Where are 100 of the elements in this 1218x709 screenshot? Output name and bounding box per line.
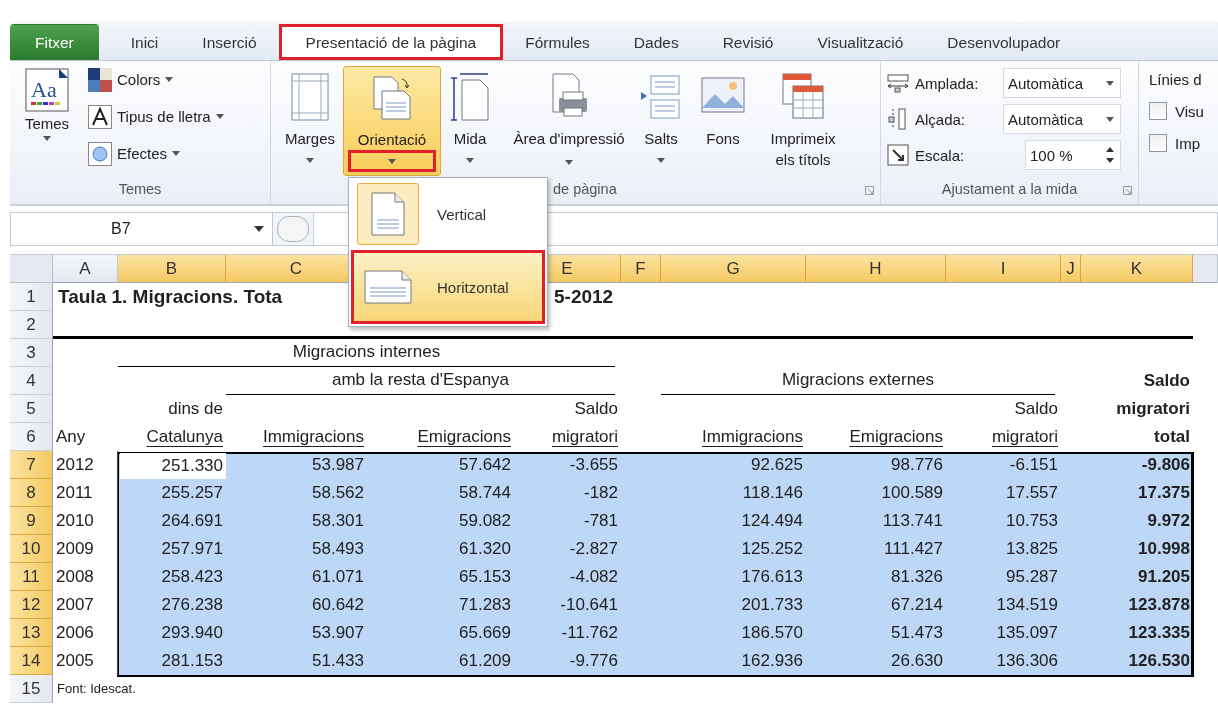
table-cell-text: 26.630 [890, 650, 944, 672]
menu-item[interactable]: Horitzontal [351, 250, 545, 324]
ribbon-tab[interactable]: Inserció [180, 24, 279, 60]
row-header[interactable]: 2 [10, 311, 53, 339]
ribbon-button[interactable]: Mida [443, 66, 497, 176]
table-cell-text: 134.519 [995, 594, 1059, 616]
dialog-launcher-icon[interactable] [1123, 186, 1132, 195]
table-cell-text: -9.806 [1140, 454, 1191, 476]
column-header[interactable]: B [118, 255, 226, 283]
table-cell-text: 281.153 [160, 650, 224, 672]
table-cell-text: 91.205 [1137, 566, 1191, 588]
theme-option-button[interactable]: Colors [88, 66, 224, 93]
ribbon-tab[interactable]: Presentació de la pàgina [278, 24, 504, 60]
ribbon-button[interactable]: Marges [279, 66, 341, 176]
column-heading: total [1153, 426, 1191, 448]
row-header[interactable]: 13 [10, 619, 53, 647]
table-cell-text: 255.257 [160, 482, 224, 504]
column-heading: Saldo [1013, 398, 1059, 420]
row-header[interactable]: 7 [10, 451, 53, 479]
spinner-field[interactable]: 100 % [1025, 140, 1121, 170]
ribbon-button[interactable]: Salts [633, 66, 689, 176]
field-label: Amplada: [915, 74, 980, 92]
checkbox[interactable] [1149, 134, 1167, 152]
caret-icon [172, 151, 181, 156]
table-cell-text: -2.827 [568, 538, 619, 560]
checkbox-label: Visu [1175, 102, 1204, 120]
row-header[interactable]: 10 [10, 535, 53, 563]
row-header[interactable]: 9 [10, 507, 53, 535]
column-header[interactable]: K [1081, 255, 1193, 283]
formula-divider-handle[interactable] [277, 216, 309, 242]
table-cell-text: 111.427 [883, 538, 944, 560]
themes-button[interactable]: Aa Temes [16, 66, 78, 178]
column-header[interactable]: I [946, 255, 1061, 283]
row-header[interactable]: 1 [10, 283, 53, 311]
dialog-launcher-icon[interactable] [865, 186, 874, 195]
caret-icon [165, 77, 174, 82]
caret-icon [215, 114, 224, 119]
file-tab[interactable]: Fitxer [10, 24, 99, 60]
row-header[interactable]: 4 [10, 367, 53, 395]
row-header[interactable]: 12 [10, 591, 53, 619]
caret-icon [1106, 116, 1114, 122]
ribbon-tab[interactable]: Visualització [795, 24, 926, 60]
ribbon-button[interactable]: Orientació [343, 66, 441, 176]
table-cell-text: 118.146 [741, 482, 804, 504]
table-cell-text: 65.669 [458, 622, 512, 644]
row-header[interactable]: 5 [10, 395, 53, 423]
ribbon-button[interactable]: Fons [691, 66, 755, 176]
font-letter-icon [88, 104, 112, 129]
caret-icon [306, 157, 314, 163]
column-header[interactable]: A [53, 255, 118, 283]
caret-icon [43, 136, 51, 141]
ribbon-tab[interactable]: Fórmules [503, 24, 612, 60]
table-cell-text: 58.744 [458, 482, 512, 504]
column-header[interactable]: J [1061, 255, 1081, 283]
table-cell-text: 136.306 [995, 650, 1059, 672]
column-header[interactable]: G [661, 255, 806, 283]
circle-effect-icon [88, 141, 112, 166]
table-cell-text: 125.252 [740, 538, 804, 560]
column-group-heading: Migracions externes [661, 367, 1055, 395]
caret-icon [466, 157, 474, 163]
ribbon-tab[interactable]: Inici [108, 24, 181, 60]
row-header[interactable]: 11 [10, 563, 53, 591]
table-cell-text: 186.570 [740, 622, 804, 644]
dropdown-arrow-zone[interactable] [348, 150, 436, 172]
column-header[interactable]: H [806, 255, 946, 283]
page-size-icon [448, 72, 492, 122]
ribbon-button[interactable]: Imprimeix els títols [757, 66, 849, 176]
ribbon-tab[interactable]: Revisió [700, 24, 796, 60]
table-cell-text: 113.741 [881, 510, 944, 532]
table-cell: 251.330 [120, 453, 226, 479]
table-cell-text: 126.530 [1127, 650, 1191, 672]
row-header[interactable]: 6 [10, 423, 53, 451]
column-heading: Catalunya [145, 426, 224, 448]
select-all-corner[interactable] [10, 255, 53, 283]
table-cell-text: 123.335 [1127, 622, 1191, 644]
row-header[interactable]: 8 [10, 479, 53, 507]
ribbon-tab[interactable]: Dades [611, 24, 701, 60]
ribbon-tab[interactable]: Desenvolupador [925, 24, 1083, 60]
dropdown-field[interactable]: Automàtica [1003, 68, 1121, 98]
color-swatch-icon [88, 67, 112, 92]
menu-item[interactable]: Vertical [351, 180, 545, 248]
group-label: de pàgina [553, 180, 617, 199]
table-cell-text: 58.562 [311, 482, 365, 504]
table-title: 5-2012 [554, 286, 614, 307]
checkbox[interactable] [1149, 102, 1167, 120]
row-header[interactable]: 3 [10, 339, 53, 367]
name-box[interactable]: B7 [11, 213, 273, 245]
themes-icon: Aa [25, 68, 69, 112]
row-header[interactable]: 14 [10, 647, 53, 675]
row-header[interactable]: 15 [10, 675, 53, 703]
theme-option-button[interactable]: Tipus de lletra [88, 103, 224, 130]
ribbon-button[interactable]: Àrea d'impressió [507, 66, 631, 176]
page-margins-icon [290, 72, 330, 122]
column-header[interactable]: F [621, 255, 661, 283]
theme-option-button[interactable]: Efectes [88, 140, 224, 167]
column-heading: Saldo [1142, 370, 1191, 392]
dropdown-field[interactable]: Automàtica [1003, 104, 1121, 134]
caret-icon [657, 157, 665, 163]
table-cell-text: 59.082 [458, 510, 512, 532]
column-heading: Emigracions [416, 426, 512, 448]
